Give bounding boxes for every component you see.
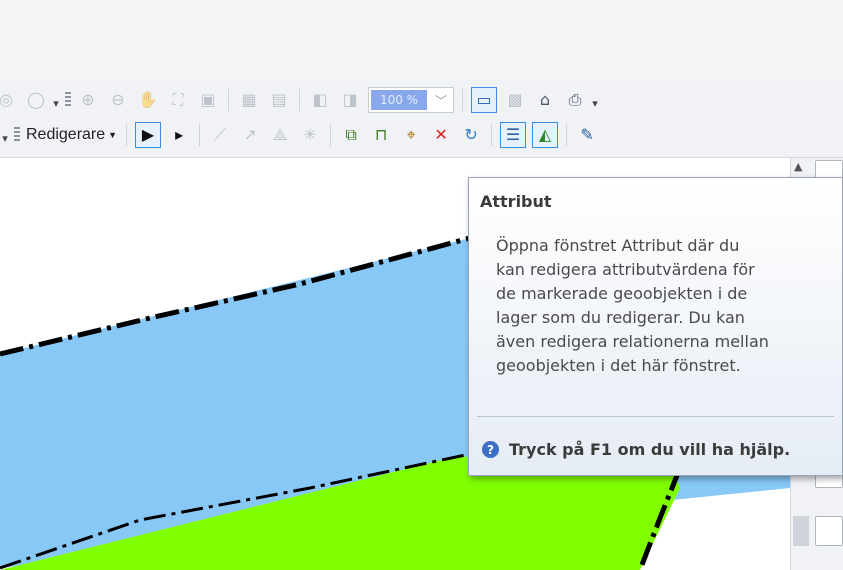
editor-menu-label: Redigerare (26, 126, 106, 143)
attributes-icon[interactable]: ☰ (500, 122, 527, 148)
chevron-down-icon[interactable]: ﹀ (429, 92, 453, 109)
zoom-value[interactable]: 100 % (371, 90, 427, 110)
back-icon[interactable]: ◧ (308, 88, 332, 112)
toolbar-overflow-icon[interactable]: ▾ (51, 90, 61, 110)
tooltip-body-line: kan redigera attributvärdena för (496, 260, 755, 279)
select-elements-icon[interactable]: ◯ (24, 88, 48, 112)
print-icon[interactable]: ▩ (503, 88, 527, 112)
help-icon: ? (482, 441, 499, 458)
separator (330, 124, 332, 146)
tooltip-help: ? Tryck på F1 om du vill ha hjälp. (482, 440, 790, 459)
page-layout-icon[interactable]: ▭ (471, 87, 497, 113)
dock-tab-button[interactable] (815, 516, 843, 546)
attributes-tooltip: Attribut Öppna fönstret Attribut där du … (468, 177, 843, 476)
editor-toolbar: ▾ Redigerare ▼ ▶ ▸ ⟋ ↗ ⟁ ✳ ⧉ ⊓ ⌖ ✕ ↻ ☰ ◭… (0, 117, 843, 153)
construct-icon[interactable]: ⟁ (268, 123, 292, 147)
pan-icon[interactable]: ✋ (136, 88, 160, 112)
map-document-icon[interactable]: ⌂ (533, 88, 557, 112)
split-icon[interactable]: ✳ (298, 123, 322, 147)
reshape-icon[interactable]: ⊓ (369, 123, 393, 147)
edit-tool-icon[interactable]: ▶ (135, 122, 162, 148)
grid-icon[interactable]: ▦ (237, 88, 261, 112)
editor-menu-button[interactable]: Redigerare ▼ (22, 126, 121, 144)
separator (491, 124, 493, 146)
chevron-down-icon: ▼ (108, 130, 118, 140)
separator (126, 124, 128, 146)
trace-icon[interactable]: ↗ (238, 123, 262, 147)
export-icon[interactable]: ⎙ (563, 88, 587, 112)
separator (299, 89, 300, 111)
separator (462, 89, 463, 111)
tooltip-title: Attribut (480, 192, 552, 211)
toolbar-grip[interactable] (65, 92, 71, 108)
page-icon[interactable]: ▣ (196, 88, 220, 112)
straight-segment-icon[interactable]: ⟋ (208, 123, 232, 147)
separator (228, 89, 229, 111)
rotate-tool-icon[interactable]: ↻ (459, 123, 483, 147)
edit-annotation-icon[interactable]: ▸ (167, 123, 191, 147)
toolbar-grip[interactable] (14, 127, 20, 143)
tooltip-help-text: Tryck på F1 om du vill ha hjälp. (509, 440, 791, 459)
forward-icon[interactable]: ◨ (338, 88, 362, 112)
full-extent-icon[interactable]: ⛶ (166, 88, 190, 112)
zoom-in-fixed-icon[interactable]: ⊕ (76, 88, 100, 112)
tooltip-body-line: geoobjekten i det här fönstret. (496, 356, 741, 375)
tooltip-body-line: även redigera relationerna mellan (496, 332, 769, 351)
rotate-icon[interactable]: ◎ (0, 88, 18, 112)
toolbar-overflow-icon[interactable]: ▾ (590, 90, 600, 110)
separator (566, 124, 568, 146)
separator (199, 124, 201, 146)
scroll-up-icon[interactable]: ▲ (794, 160, 808, 174)
tooltip-body-line: lager som du redigerar. Du kan (496, 308, 745, 327)
create-features-icon[interactable]: ✎ (575, 123, 599, 147)
split-tool-icon[interactable]: ✕ (429, 123, 453, 147)
window-top-area (0, 0, 843, 80)
zoom-combo[interactable]: 100 % ﹀ (368, 87, 454, 113)
cut-polygons-icon[interactable]: ⌖ (399, 123, 423, 147)
zoom-out-fixed-icon[interactable]: ⊖ (106, 88, 130, 112)
edit-vertices-icon[interactable]: ⧉ (339, 123, 363, 147)
tooltip-divider (477, 416, 834, 417)
grid-fit-icon[interactable]: ▤ (267, 88, 291, 112)
scrollbar-thumb[interactable] (793, 516, 809, 546)
layout-toolbar: ◎ ◯ ▾ ⊕ ⊖ ✋ ⛶ ▣ ▦ ▤ ◧ ◨ 100 % ﹀ ▭ ▩ ⌂ ⎙ … (0, 82, 843, 118)
tooltip-body-line: de markerade geoobjekten i de (496, 284, 748, 303)
toolbar-overflow-icon[interactable]: ▾ (0, 125, 10, 145)
tooltip-body-line: Öppna fönstret Attribut där du (496, 236, 740, 255)
tooltip-body: Öppna fönstret Attribut där du kan redig… (496, 234, 832, 378)
sketch-properties-icon[interactable]: ◭ (532, 122, 559, 148)
